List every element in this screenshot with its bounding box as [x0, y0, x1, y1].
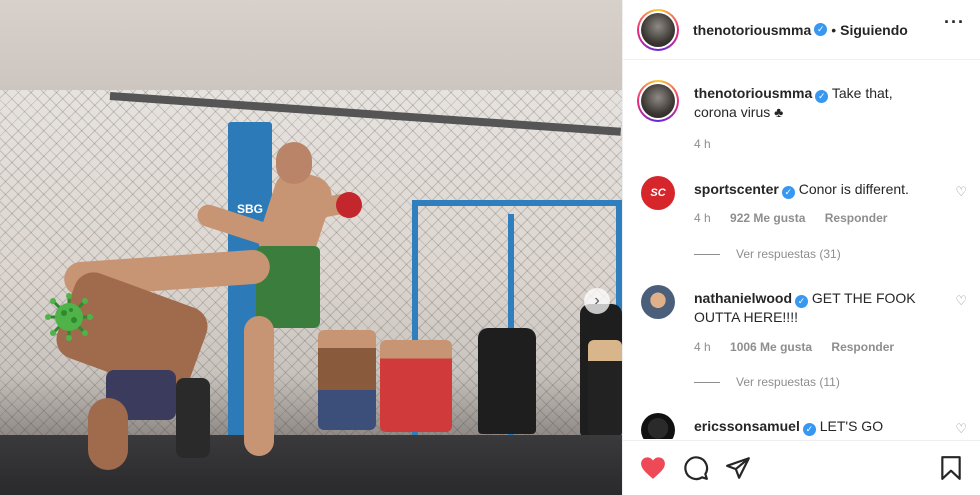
save-button[interactable] [937, 454, 965, 482]
comment-text: sportscenter ✓ Conor is different. [694, 180, 939, 199]
comment-body: Conor is different. [798, 181, 909, 197]
caption-timestamp[interactable]: 4 h [694, 137, 711, 151]
photo-letterbox [0, 0, 622, 90]
spectator [380, 340, 452, 432]
verified-badge-icon: ✓ [802, 423, 816, 436]
author-avatar-image [641, 12, 675, 47]
verified-badge-icon: ✓ [781, 186, 795, 199]
header-user-info: thenotoriousmma ✓ • Siguiendo [693, 22, 908, 38]
post-action-bar [623, 440, 980, 495]
share-icon [726, 457, 750, 479]
sportscenter-logo-text: SC [650, 187, 666, 199]
next-photo-button[interactable]: › [584, 288, 610, 314]
verified-badge-icon: ✓ [814, 23, 828, 36]
comment-icon [684, 456, 709, 481]
commenter-avatar[interactable] [641, 285, 675, 319]
spectator [318, 330, 376, 430]
comment-text: ericssonsamuel ✓ LET'S GO [694, 417, 939, 436]
view-replies-button[interactable]: Ver respuestas (31) [694, 247, 841, 261]
verified-badge-icon: ✓ [795, 295, 808, 308]
comment-time[interactable]: 4 h [694, 340, 711, 354]
coronavirus-sticker-icon [44, 292, 94, 342]
commenter-username[interactable]: ericssonsamuel [694, 418, 800, 434]
opponent-leg [88, 398, 128, 470]
spectator [588, 340, 622, 436]
comment-row: ericssonsamuel ✓ LET'S GO ♡ [637, 413, 967, 439]
caption-row: thenotoriousmma ✓ Take that, corona virus… [637, 80, 967, 151]
commenter-avatar[interactable] [641, 413, 675, 439]
caption-avatar[interactable] [637, 80, 679, 122]
fighter-head [276, 142, 312, 184]
dot-separator: • [831, 21, 837, 38]
post-header: thenotoriousmma ✓ • Siguiendo ··· [623, 0, 980, 60]
bookmark-icon [941, 456, 961, 480]
comment-like-heart-icon[interactable]: ♡ [955, 293, 967, 309]
chevron-right-icon: › [594, 292, 600, 309]
comment-text: nathanielwood ✓ GET THE FOOK OUTTA HERE!!… [694, 289, 939, 326]
post-sidebar: thenotoriousmma ✓ • Siguiendo ··· thenot… [622, 0, 980, 495]
share-button[interactable] [724, 454, 752, 482]
verified-badge-icon: ✓ [815, 90, 829, 103]
commenter-username[interactable]: nathanielwood [694, 290, 792, 306]
like-button[interactable] [639, 454, 667, 482]
comments-list: thenotoriousmma ✓ Take that, corona virus… [623, 61, 980, 439]
fighter-standing-leg [244, 316, 274, 456]
post-photo[interactable]: SBG › [0, 0, 622, 495]
comment-row: nathanielwood ✓ GET THE FOOK OUTTA HERE!!… [637, 285, 967, 395]
commenter-username[interactable]: sportscenter [694, 181, 779, 197]
view-replies-button[interactable]: Ver respuestas (11) [694, 375, 840, 389]
comment-like-heart-icon[interactable]: ♡ [955, 184, 967, 200]
comment-body: LET'S GO [819, 418, 884, 434]
comment-meta: 4 h 922 Me gusta Responder [694, 211, 887, 225]
comment-meta: 4 h 1006 Me gusta Responder [694, 340, 894, 354]
more-options-button[interactable]: ··· [944, 12, 965, 33]
comment-likes[interactable]: 922 Me gusta [730, 211, 805, 225]
comment-likes[interactable]: 1006 Me gusta [730, 340, 812, 354]
heavy-bag [478, 328, 536, 434]
caption-username[interactable]: thenotoriousmma [694, 85, 812, 101]
boxing-glove [336, 192, 362, 218]
reply-button[interactable]: Responder [831, 340, 894, 354]
following-button[interactable]: Siguiendo [840, 22, 908, 38]
opponent-shinguard [176, 378, 210, 458]
comment-like-heart-icon[interactable]: ♡ [955, 421, 967, 437]
commenter-avatar[interactable]: SC [641, 176, 675, 210]
comment-time[interactable]: 4 h [694, 211, 711, 225]
comment-button[interactable] [682, 454, 710, 482]
heart-icon [641, 457, 665, 479]
author-avatar[interactable] [637, 8, 679, 51]
comment-row: SC sportscenter ✓ Conor is different. ♡ 4… [637, 176, 967, 276]
caption-text: thenotoriousmma ✓ Take that, corona virus… [694, 84, 939, 121]
reply-button[interactable]: Responder [825, 211, 888, 225]
author-username-link[interactable]: thenotoriousmma [693, 22, 811, 38]
